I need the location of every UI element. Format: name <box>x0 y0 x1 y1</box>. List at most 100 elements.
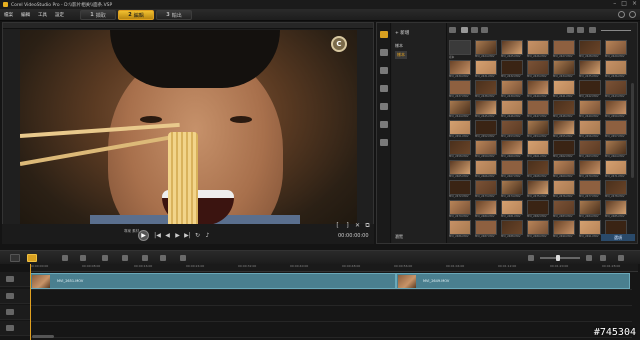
timeline-ruler[interactable]: 00:00:00:00 00:00:08:00 00:00:16:00 00:00:2… <box>30 264 638 272</box>
media-thumbnail[interactable]: MVI_2477.MOV <box>579 180 601 200</box>
media-thumbnail[interactable]: MVI_2467.MOV <box>501 160 523 180</box>
thumbnail-view-icon[interactable] <box>577 27 584 33</box>
media-thumbnail[interactable]: MVI_2436.MOV <box>605 60 627 80</box>
media-thumbnail[interactable]: MVI_2466.MOV <box>475 160 497 180</box>
menu-tools[interactable]: 工具 <box>34 12 51 18</box>
transition-icon[interactable] <box>380 67 388 74</box>
media-thumbnail[interactable]: MVI_2473.MOV <box>475 180 497 200</box>
media-thumbnail[interactable]: MVI_2449.MOV <box>579 100 601 120</box>
storyboard-view-button[interactable] <box>10 254 20 262</box>
info-icon[interactable] <box>629 11 636 18</box>
mark-out-icon[interactable]: ] <box>344 222 351 229</box>
media-thumbnail[interactable]: MVI_2464.MOV <box>605 140 627 160</box>
media-thumbnail[interactable]: MVI_2483.MOV <box>553 200 575 220</box>
timecode-field[interactable]: 00:00:00:00 <box>338 233 369 240</box>
split-icon[interactable]: ✕ <box>354 222 361 229</box>
title-icon[interactable] <box>380 85 388 92</box>
media-thumbnail[interactable]: MVI_2475.MOV <box>527 180 549 200</box>
prev-frame-icon[interactable]: ◀ <box>164 232 171 239</box>
home-icon[interactable]: |◀ <box>154 232 161 239</box>
path-icon[interactable] <box>380 139 388 146</box>
media-thumbnail[interactable]: MVI_2455.MOV <box>553 120 575 140</box>
list-view-icon[interactable] <box>567 27 574 33</box>
media-thumbnail[interactable]: MVI_2454.MOV <box>527 120 549 140</box>
music-track-icon[interactable] <box>6 325 14 331</box>
media-thumbnail[interactable]: MVI_2461.MOV <box>527 140 549 160</box>
menu-settings[interactable]: 設定 <box>51 12 68 18</box>
zoom-out-icon[interactable] <box>528 255 534 261</box>
undo-icon[interactable] <box>62 255 68 261</box>
media-thumbnail[interactable]: MVI_2425.MOV <box>501 40 523 60</box>
zoom-in-icon[interactable] <box>586 255 592 261</box>
timeline-playhead[interactable] <box>30 264 31 340</box>
media-thumbnail[interactable]: MVI_2489.MOV <box>527 220 549 240</box>
media-thumbnail[interactable]: MVI_2442.MOV <box>579 80 601 100</box>
overlay-track[interactable] <box>30 291 632 306</box>
thumbnail-size-slider[interactable] <box>601 30 631 31</box>
media-thumbnail[interactable]: MVI_2463.MOV <box>579 140 601 160</box>
media-thumbnail[interactable]: MVI_2441.MOV <box>553 80 575 100</box>
media-thumbnail[interactable]: MVI_2469.MOV <box>553 160 575 180</box>
volume-icon[interactable]: ♪ <box>204 232 211 239</box>
media-thumbnail[interactable]: MVI_2491.MOV <box>579 220 601 240</box>
options-button[interactable]: 選項 <box>601 234 635 241</box>
media-thumbnail[interactable]: MVI_2484.MOV <box>579 200 601 220</box>
step-edit[interactable]: 2 編輯 <box>118 10 154 20</box>
end-icon[interactable]: ▶| <box>184 232 191 239</box>
media-thumbnail[interactable]: MVI_2429.MOV <box>605 40 627 60</box>
minimize-icon[interactable]: – <box>613 1 616 7</box>
enlarge-icon[interactable]: ⧉ <box>364 222 371 229</box>
music-track[interactable] <box>30 323 632 338</box>
video-clip[interactable]: MVI_2651.MOV <box>30 273 396 289</box>
title-track[interactable] <box>30 307 632 322</box>
add-folder-button[interactable]: + 新增 <box>395 30 409 36</box>
show-audio-icon[interactable] <box>481 27 488 33</box>
browse-button[interactable]: 瀏覽 <box>395 234 403 240</box>
media-thumbnail[interactable]: MVI_2488.MOV <box>501 220 523 240</box>
timeline-settings-icon[interactable] <box>618 255 624 261</box>
media-thumbnail[interactable]: MVI_2474.MOV <box>501 180 523 200</box>
instant-project-icon[interactable] <box>380 49 388 56</box>
media-thumbnail[interactable]: MVI_2426.MOV <box>527 40 549 60</box>
media-thumbnail[interactable]: MVI_2460.MOV <box>501 140 523 160</box>
step-share[interactable]: 3 輸出 <box>156 10 192 20</box>
zoom-slider[interactable] <box>540 257 580 259</box>
title-track-icon[interactable] <box>6 309 14 315</box>
media-thumbnail[interactable]: MVI_2482.MOV <box>527 200 549 220</box>
media-thumbnail[interactable]: MVI_2447.MOV <box>527 100 549 120</box>
media-thumbnail[interactable]: MVI_2451.MOV <box>449 120 471 140</box>
media-thumbnail[interactable]: MVI_2438.MOV <box>475 80 497 100</box>
redo-icon[interactable] <box>80 255 86 261</box>
next-frame-icon[interactable]: ▶ <box>174 232 181 239</box>
media-thumbnail[interactable]: MVI_2444.MOV <box>449 100 471 120</box>
media-thumbnail[interactable]: MVI_2480.MOV <box>475 200 497 220</box>
graphic-icon[interactable] <box>380 103 388 110</box>
media-thumbnail[interactable]: MVI_2427.MOV <box>553 40 575 60</box>
media-thumbnail[interactable]: MVI_2434.MOV <box>553 60 575 80</box>
media-thumbnail[interactable]: MVI_2433.MOV <box>527 60 549 80</box>
media-thumbnail[interactable]: MVI_2485.MOV <box>605 200 627 220</box>
media-thumbnail[interactable]: MVI_2428.MOV <box>579 40 601 60</box>
media-thumbnail[interactable]: MVI_2440.MOV <box>527 80 549 100</box>
mode-label[interactable]: 專案 素材 <box>124 229 139 234</box>
play-button[interactable]: ▶ <box>138 230 149 241</box>
media-thumbnail[interactable]: MVI_2470.MOV <box>579 160 601 180</box>
music-icon[interactable] <box>142 255 148 261</box>
show-videos-icon[interactable] <box>461 27 468 33</box>
mixer-icon[interactable] <box>122 255 128 261</box>
filter-icon[interactable] <box>380 121 388 128</box>
media-thumbnail[interactable]: MVI_2457.MOV <box>605 120 627 140</box>
help-icon[interactable] <box>618 11 625 18</box>
media-thumbnail[interactable]: MVI_2468.MOV <box>527 160 549 180</box>
media-thumbnail[interactable]: MVI_2459.MOV <box>475 140 497 160</box>
media-thumbnail[interactable]: MVI_2431.MOV <box>475 60 497 80</box>
media-thumbnail[interactable]: MVI_2456.MOV <box>579 120 601 140</box>
media-thumbnail[interactable]: MVI_2458.MOV <box>449 140 471 160</box>
import-media-icon[interactable] <box>449 27 456 33</box>
media-thumbnail[interactable]: MVI_2486.MOV <box>449 220 471 240</box>
video-preview[interactable]: C <box>20 30 357 237</box>
media-thumbnail[interactable]: MVI_2490.MOV <box>553 220 575 240</box>
media-thumbnail[interactable]: MVI_2476.MOV <box>553 180 575 200</box>
timeline-view-button[interactable] <box>27 254 37 262</box>
menu-file[interactable]: 檔案 <box>0 12 17 18</box>
